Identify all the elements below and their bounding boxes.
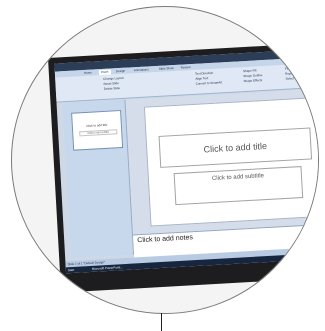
- monitor: Home Insert Design Animations Slide Show…: [12, 7, 318, 313]
- bottom-line: [161, 313, 162, 331]
- current-slide[interactable]: Click to add title Click to add subtitle: [143, 96, 318, 227]
- shape-fill[interactable]: Shape Fill: [243, 68, 257, 73]
- taskbar-powerpoint-item[interactable]: Microsoft PowerPoint...: [92, 264, 123, 272]
- align-text[interactable]: Align Text: [195, 76, 208, 81]
- thumbnail-subtitle: Click to add subtitle: [79, 129, 118, 137]
- slide-thumbnail[interactable]: Click to add title Click to add subtitle: [71, 110, 124, 151]
- monitor-bezel: Home Insert Design Animations Slide Show…: [48, 41, 318, 293]
- title-placeholder[interactable]: Click to add title: [158, 127, 313, 168]
- convert-to-smartart[interactable]: Convert to SmartArt: [196, 80, 223, 85]
- delete-slide[interactable]: Delete Slide: [104, 86, 120, 91]
- text-direction[interactable]: Text Direction: [195, 71, 213, 76]
- subtitle-placeholder-text: Click to add subtitle: [211, 173, 265, 183]
- circular-lens-frame: Home Insert Design Animations Slide Show…: [11, 6, 319, 314]
- replace[interactable]: Replace: [285, 71, 296, 76]
- notes-placeholder: Click to add notes: [137, 234, 194, 245]
- shape-effects[interactable]: Shape Effects: [243, 78, 262, 83]
- start-button[interactable]: Start: [68, 267, 75, 273]
- subtitle-placeholder[interactable]: Click to add subtitle: [173, 166, 304, 206]
- select[interactable]: Select: [285, 76, 294, 80]
- find[interactable]: Find: [285, 66, 291, 70]
- title-placeholder-text: Click to add title: [203, 140, 268, 155]
- thumbnail-title: Click to add title: [86, 122, 108, 128]
- slides-panel: Click to add title Click to add subtitle: [62, 99, 135, 259]
- powerpoint-screen: Home Insert Design Animations Slide Show…: [54, 47, 318, 274]
- change-layout[interactable]: Change Layout: [103, 76, 124, 81]
- photo-scene: Home Insert Design Animations Slide Show…: [0, 0, 325, 331]
